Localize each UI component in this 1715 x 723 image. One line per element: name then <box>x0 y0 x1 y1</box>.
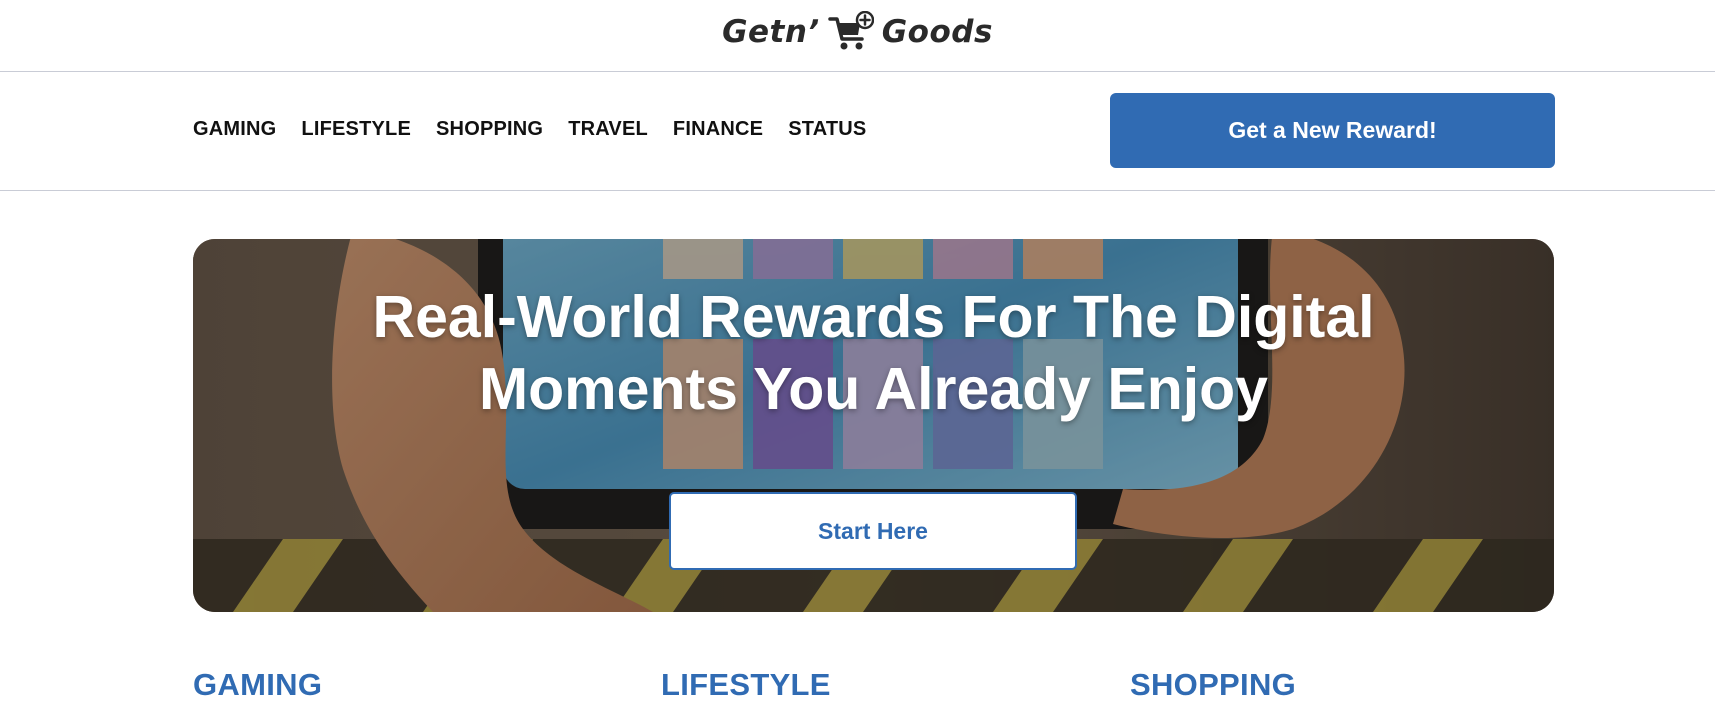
site-logo[interactable]: Getn’ Goods <box>722 10 993 53</box>
nav-item-gaming: GAMING <box>193 118 276 141</box>
logo-text-right: Goods <box>881 13 993 50</box>
nav-item-finance: FINANCE <box>673 118 763 141</box>
nav-link-finance[interactable]: FINANCE <box>673 118 763 140</box>
shopping-cart-plus-icon <box>827 10 874 53</box>
nav-link-travel[interactable]: TRAVEL <box>568 118 648 140</box>
logo-bar: Getn’ Goods <box>0 0 1715 72</box>
nav-item-status: STATUS <box>788 118 866 141</box>
nav-link-shopping[interactable]: SHOPPING <box>436 118 543 140</box>
get-new-reward-button[interactable]: Get a New Reward! <box>1110 93 1555 168</box>
category-heading-lifestyle[interactable]: LIFESTYLE <box>661 665 831 705</box>
main-nav: GAMING LIFESTYLE SHOPPING TRAVEL FINANCE… <box>0 72 1715 191</box>
nav-link-gaming[interactable]: GAMING <box>193 118 276 140</box>
nav-item-travel: TRAVEL <box>568 118 648 141</box>
nav-link-lifestyle[interactable]: LIFESTYLE <box>301 118 411 140</box>
hero-title: Real-World Rewards For The Digital Momen… <box>193 281 1554 425</box>
nav-item-shopping: SHOPPING <box>436 118 543 141</box>
nav-links: GAMING LIFESTYLE SHOPPING TRAVEL FINANCE… <box>193 118 866 141</box>
hero-title-line-1: Real-World Rewards For The Digital <box>372 284 1375 350</box>
start-here-button[interactable]: Start Here <box>669 492 1077 570</box>
category-heading-gaming[interactable]: GAMING <box>193 665 322 705</box>
nav-item-lifestyle: LIFESTYLE <box>301 118 411 141</box>
category-heading-shopping[interactable]: SHOPPING <box>1130 665 1296 705</box>
hero-banner: Real-World Rewards For The Digital Momen… <box>193 239 1554 612</box>
nav-link-status[interactable]: STATUS <box>788 118 866 140</box>
hero-title-line-2: Moments You Already Enjoy <box>478 356 1268 422</box>
logo-text-left: Getn’ <box>722 13 820 50</box>
